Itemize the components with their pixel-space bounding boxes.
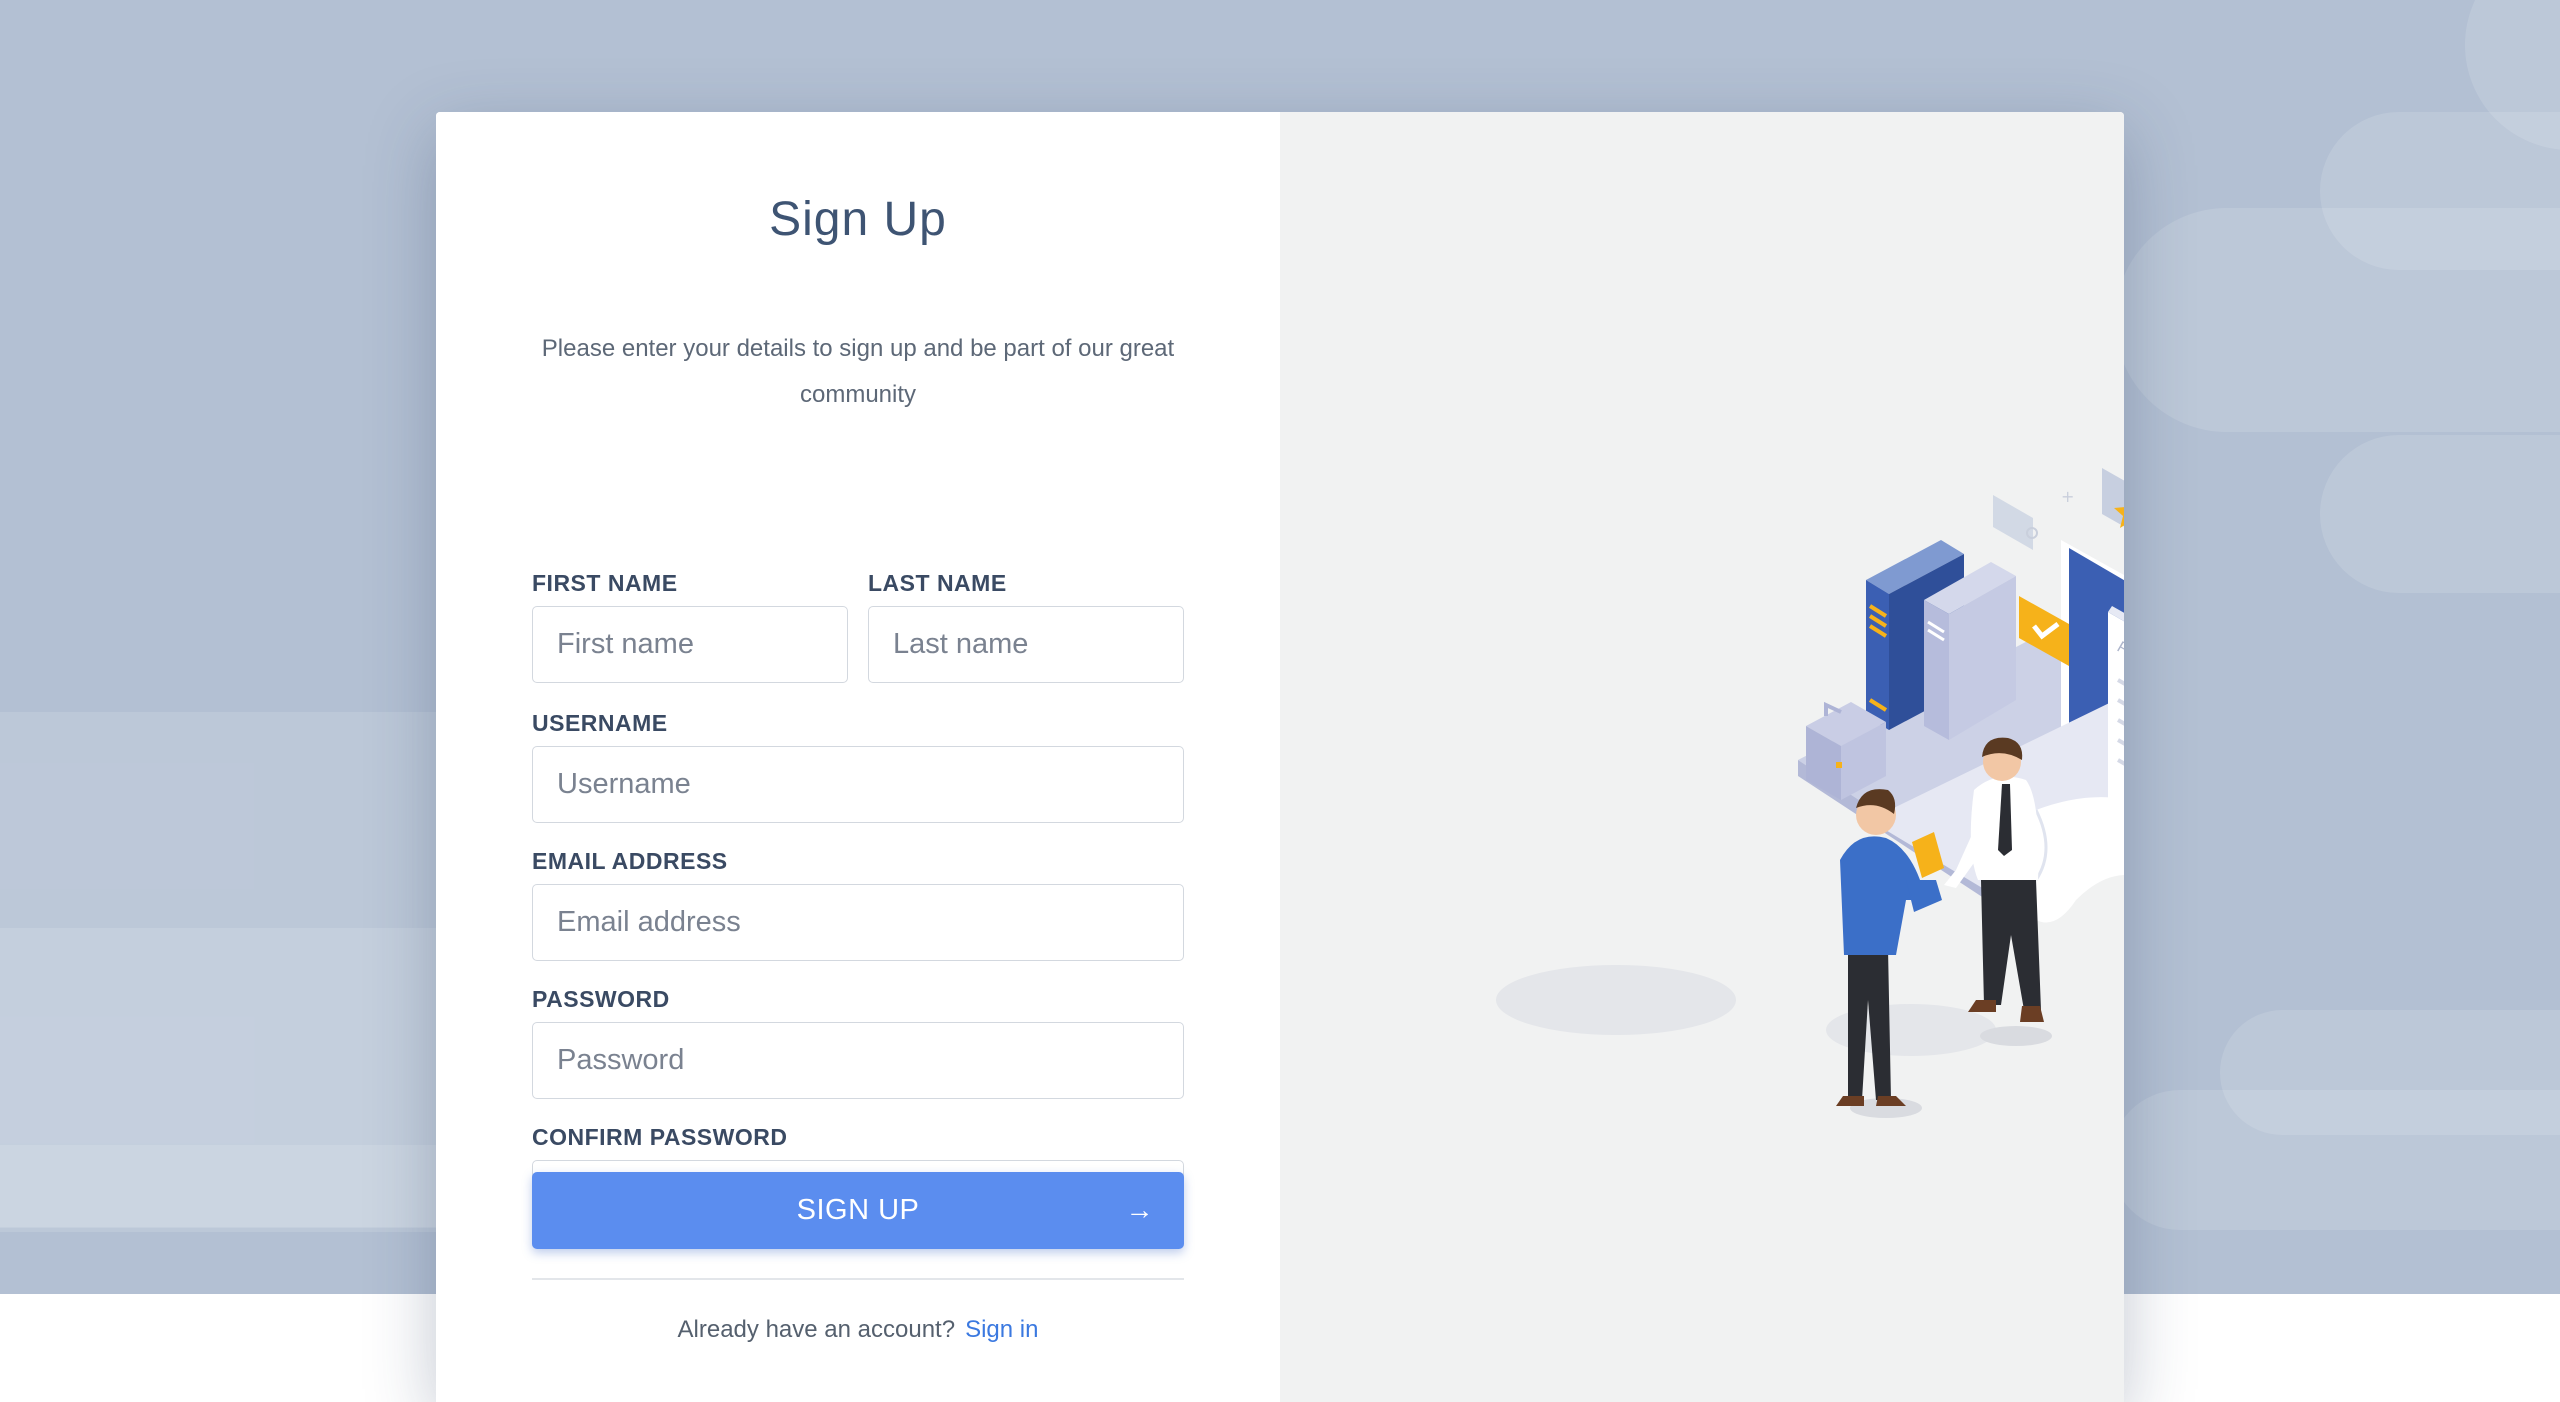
first-name-input[interactable] — [532, 606, 848, 683]
first-name-label: FIRST NAME — [532, 570, 678, 596]
signup-illustration: PROFILE — [1496, 468, 2124, 1118]
confirm-password-label: CONFIRM PASSWORD — [532, 1124, 788, 1150]
floating-panel-icon — [1993, 495, 2033, 550]
books-icon — [1866, 540, 2016, 740]
signup-form: Sign Up Please enter your details to sig… — [436, 112, 1280, 1402]
email-input[interactable] — [532, 884, 1184, 961]
background-cloud — [2110, 1090, 2560, 1230]
signin-prompt: Already have an account? Sign in — [436, 1316, 1280, 1344]
password-input[interactable] — [532, 1022, 1184, 1099]
sparkle-icon: + — [2061, 487, 2074, 506]
arrow-right-icon: → — [1125, 1194, 1154, 1225]
signin-link[interactable]: Sign in — [965, 1316, 1038, 1343]
form-subtitle: Please enter your details to sign up and… — [541, 335, 1175, 408]
last-name-input[interactable] — [868, 606, 1184, 683]
username-label: USERNAME — [532, 710, 668, 736]
signup-card: Sign Up Please enter your details to sig… — [436, 112, 2124, 1402]
password-label: PASSWORD — [532, 986, 670, 1012]
signin-prompt-text: Already have an account? — [677, 1316, 956, 1343]
signup-button[interactable]: SIGN UP → — [532, 1172, 1184, 1249]
divider — [532, 1278, 1184, 1280]
illustration-panel: PROFILE — [1280, 112, 2124, 1402]
background-cloud — [2115, 208, 2560, 432]
email-label: EMAIL ADDRESS — [532, 848, 728, 874]
username-input[interactable] — [532, 746, 1184, 823]
page-title: Sign Up — [769, 193, 947, 246]
background-cloud — [2320, 435, 2560, 593]
businessman-icon — [1836, 789, 1944, 1118]
star-icon — [2102, 468, 2124, 528]
signup-button-label: SIGN UP — [796, 1194, 920, 1226]
last-name-label: LAST NAME — [868, 570, 1007, 596]
floor-shadow — [1496, 965, 1736, 1035]
